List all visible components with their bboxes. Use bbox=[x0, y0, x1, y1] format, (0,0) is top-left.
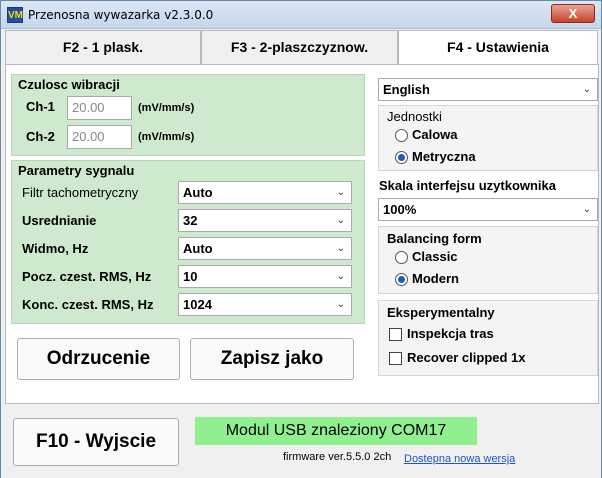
recover-clipped-checkbox[interactable] bbox=[389, 352, 402, 365]
units-title: Jednostki bbox=[387, 109, 442, 124]
chevron-down-icon: ⌄ bbox=[582, 84, 591, 95]
language-value: English bbox=[383, 82, 430, 97]
balancing-classic-radio[interactable] bbox=[395, 251, 408, 264]
experimental-title: Eksperymentalny bbox=[387, 305, 495, 320]
ch1-sensitivity-input[interactable]: 20.00 bbox=[67, 96, 132, 120]
spectrum-value: Auto bbox=[183, 241, 213, 256]
spectrum-label: Widmo, Hz bbox=[22, 241, 89, 256]
units-metric-radio[interactable] bbox=[395, 151, 408, 164]
ui-scale-select[interactable]: 100% ⌄ bbox=[378, 198, 598, 221]
route-inspection-label: Inspekcja tras bbox=[407, 326, 494, 341]
balancing-classic-label: Classic bbox=[412, 249, 458, 264]
chevron-down-icon: ⌄ bbox=[336, 271, 345, 282]
rms-end-value: 1024 bbox=[183, 297, 212, 312]
rms-start-select[interactable]: 10 ⌄ bbox=[178, 265, 352, 288]
balancing-form-group: Balancing form Classic Modern bbox=[378, 226, 598, 294]
balancing-form-title: Balancing form bbox=[387, 231, 482, 246]
recover-clipped-label: Recover clipped 1x bbox=[407, 350, 526, 365]
averaging-value: 32 bbox=[183, 213, 198, 228]
signal-parameters-title: Parametry sygnalu bbox=[18, 163, 135, 178]
signal-parameters-group: Parametry sygnalu Filtr tachometryczny A… bbox=[11, 160, 365, 324]
sensitivity-group: Czulosc wibracji Ch-1 20.00 (mV/mm/s) Ch… bbox=[11, 74, 365, 156]
sensitivity-title: Czulosc wibracji bbox=[18, 77, 120, 92]
units-imperial-radio[interactable] bbox=[395, 129, 408, 142]
ch1-unit: (mV/mm/s) bbox=[138, 102, 195, 114]
units-metric-label: Metryczna bbox=[412, 149, 476, 164]
tacho-filter-value: Auto bbox=[183, 185, 213, 200]
app-logo-icon: VM bbox=[7, 7, 23, 23]
chevron-down-icon: ⌄ bbox=[336, 299, 345, 310]
route-inspection-checkbox[interactable] bbox=[389, 328, 402, 341]
balancing-modern-radio[interactable] bbox=[395, 273, 408, 286]
title-bar: VM Przenosna wywazarka v2.3.0.0 X bbox=[1, 1, 601, 29]
chevron-down-icon: ⌄ bbox=[336, 215, 345, 226]
balancing-modern-label: Modern bbox=[412, 271, 459, 286]
tab-f4-settings[interactable]: F4 - Ustawienia bbox=[398, 30, 598, 66]
tab-f3-two-plane[interactable]: F3 - 2-plaszczyznow. bbox=[201, 30, 398, 64]
firmware-version: firmware ver.5.5.0 2ch bbox=[283, 451, 392, 463]
ch2-sensitivity-input[interactable]: 20.00 bbox=[67, 125, 132, 149]
exit-button[interactable]: F10 - Wyjscie bbox=[13, 418, 179, 466]
language-select[interactable]: English ⌄ bbox=[378, 78, 598, 101]
rms-start-value: 10 bbox=[183, 269, 198, 284]
ui-scale-value: 100% bbox=[383, 202, 417, 217]
app-window: VM Przenosna wywazarka v2.3.0.0 X F2 - 1… bbox=[0, 0, 602, 478]
ch2-label: Ch-2 bbox=[26, 129, 55, 144]
experimental-group: Eksperymentalny Inspekcja tras Recover c… bbox=[378, 300, 598, 376]
usb-status-badge: Modul USB znaleziony COM17 bbox=[195, 417, 477, 445]
settings-panel: Czulosc wibracji Ch-1 20.00 (mV/mm/s) Ch… bbox=[5, 64, 599, 404]
chevron-down-icon: ⌄ bbox=[336, 243, 345, 254]
update-available-link[interactable]: Dostepna nowa wersja bbox=[404, 453, 515, 465]
chevron-down-icon: ⌄ bbox=[582, 204, 591, 215]
rms-end-label: Konc. czest. RMS, Hz bbox=[22, 297, 154, 312]
averaging-label: Usrednianie bbox=[22, 213, 97, 228]
ch2-unit: (mV/mm/s) bbox=[138, 131, 195, 143]
averaging-select[interactable]: 32 ⌄ bbox=[178, 209, 352, 232]
spectrum-select[interactable]: Auto ⌄ bbox=[178, 237, 352, 260]
rms-start-label: Pocz. czest. RMS, Hz bbox=[22, 269, 152, 284]
close-button[interactable]: X bbox=[551, 4, 595, 23]
tab-bar: F2 - 1 plask. F3 - 2-plaszczyznow. F4 - … bbox=[5, 30, 598, 66]
tacho-filter-label: Filtr tachometryczny bbox=[22, 185, 139, 200]
units-imperial-label: Calowa bbox=[412, 127, 458, 142]
ui-scale-label: Skala interfejsu uzytkownika bbox=[379, 178, 557, 193]
save-as-button[interactable]: Zapisz jako bbox=[190, 338, 354, 380]
chevron-down-icon: ⌄ bbox=[336, 187, 345, 198]
rms-end-select[interactable]: 1024 ⌄ bbox=[178, 293, 352, 316]
tacho-filter-select[interactable]: Auto ⌄ bbox=[178, 181, 352, 204]
window-title: Przenosna wywazarka v2.3.0.0 bbox=[28, 8, 214, 22]
cancel-button[interactable]: Odrzucenie bbox=[17, 338, 180, 380]
units-group: Jednostki Calowa Metryczna bbox=[378, 105, 598, 171]
tab-f2-single-plane[interactable]: F2 - 1 plask. bbox=[5, 30, 201, 64]
ch1-label: Ch-1 bbox=[26, 99, 55, 114]
